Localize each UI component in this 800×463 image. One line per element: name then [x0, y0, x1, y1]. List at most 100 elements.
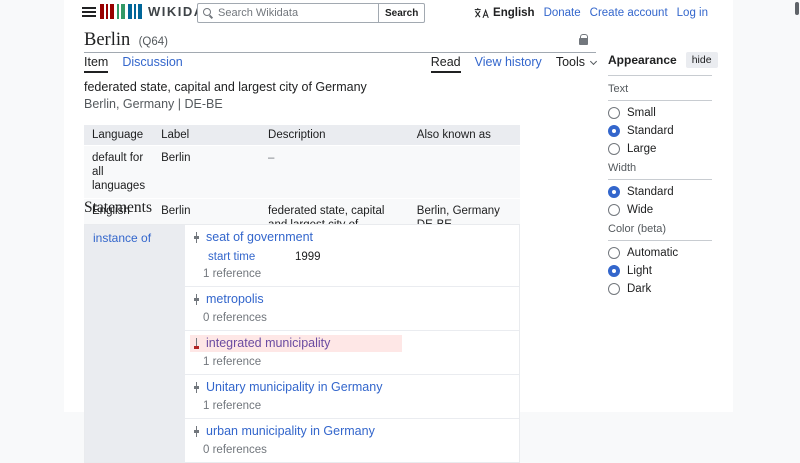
- statement-group: instance of seat of government start tim…: [84, 224, 520, 463]
- language-selector[interactable]: English: [474, 7, 535, 19]
- claim-value-link[interactable]: metropolis: [206, 292, 264, 307]
- radio-option-standard-width[interactable]: Standard: [608, 186, 712, 198]
- claim-value-row: seat of government: [190, 229, 511, 246]
- claim: metropolis 0 references: [185, 287, 519, 331]
- entity-description: federated state, capital and largest cit…: [84, 80, 367, 94]
- tab-read[interactable]: Read: [430, 55, 461, 73]
- radio-option-large[interactable]: Large: [608, 143, 712, 155]
- claim-value-row: Unitary municipality in Germany: [190, 379, 511, 396]
- radio-option-standard-text[interactable]: Standard: [608, 125, 712, 137]
- search-bar: Search: [197, 3, 426, 23]
- radio-option-small[interactable]: Small: [608, 107, 712, 119]
- rank-deprecated-icon[interactable]: [194, 338, 199, 349]
- appearance-header: Appearance hide: [608, 52, 718, 76]
- rank-selector-icon[interactable]: [194, 294, 199, 305]
- page-container: WIKIDATA Search English Donate Create ac…: [64, 0, 733, 463]
- language-icon: [474, 8, 489, 19]
- qualifier-value: 1999: [295, 251, 321, 263]
- log-in-link[interactable]: Log in: [677, 7, 708, 19]
- cell-description: –: [260, 145, 409, 199]
- language-label: English: [493, 7, 535, 19]
- claim: urban municipality in Germany 0 referenc…: [185, 419, 519, 462]
- section-label: Width: [608, 155, 712, 180]
- hamburger-menu-icon[interactable]: [82, 7, 96, 18]
- radio-option-automatic[interactable]: Automatic: [608, 247, 712, 259]
- claim: integrated municipality 1 reference: [185, 331, 519, 375]
- rank-selector-icon[interactable]: [194, 232, 199, 243]
- donate-link[interactable]: Donate: [544, 7, 581, 19]
- appearance-title: Appearance: [608, 53, 677, 67]
- references-toggle[interactable]: 1 reference: [203, 266, 511, 283]
- search-button[interactable]: Search: [379, 3, 426, 23]
- appearance-section-width: Width Standard Wide: [608, 155, 712, 216]
- tab-item[interactable]: Item: [84, 55, 109, 73]
- statements-section: Statements instance of seat of governmen…: [84, 199, 596, 463]
- rank-selector-icon[interactable]: [194, 426, 199, 437]
- radio-option-dark[interactable]: Dark: [608, 283, 712, 295]
- claim-value-row: urban municipality in Germany: [190, 423, 511, 440]
- tab-view-history[interactable]: View history: [475, 55, 542, 71]
- radio-option-light[interactable]: Light: [608, 265, 712, 277]
- tab-tools[interactable]: Tools: [556, 55, 598, 71]
- appearance-panel: Appearance hide Text Small Standard Larg…: [608, 52, 718, 295]
- vertical-scrollbar[interactable]: [794, 0, 800, 412]
- cell-label: Berlin: [153, 145, 261, 199]
- chevron-down-icon: [589, 57, 598, 65]
- column-header-language: Language: [84, 125, 154, 146]
- references-toggle[interactable]: 1 reference: [203, 398, 511, 415]
- cell-aliases: [408, 145, 520, 199]
- scrollbar-thumb[interactable]: [795, 2, 799, 15]
- radio-checked-icon[interactable]: [608, 265, 620, 277]
- title-row: Berlin (Q64): [84, 30, 596, 53]
- section-label: Text: [608, 76, 712, 101]
- tab-discussion[interactable]: Discussion: [122, 55, 182, 71]
- claim: seat of government start time 1999 1 ref…: [185, 225, 519, 287]
- radio-icon[interactable]: [608, 107, 620, 119]
- radio-icon[interactable]: [608, 143, 620, 155]
- radio-icon[interactable]: [608, 247, 620, 259]
- search-icon: [203, 8, 211, 16]
- claim-value-link[interactable]: integrated municipality: [206, 336, 330, 351]
- radio-option-wide[interactable]: Wide: [608, 204, 712, 216]
- claim-value-link[interactable]: urban municipality in Germany: [206, 424, 375, 439]
- entity-summary: federated state, capital and largest cit…: [84, 79, 596, 112]
- claim: Unitary municipality in Germany 1 refere…: [185, 375, 519, 419]
- claim-value-link[interactable]: seat of government: [206, 230, 313, 245]
- claim-value-link[interactable]: Unitary municipality in Germany: [206, 380, 382, 395]
- tab-bar: Item Discussion Read View history Tools: [84, 55, 598, 73]
- lock-icon: [579, 33, 589, 45]
- hide-button[interactable]: hide: [685, 52, 718, 68]
- section-label: Color (beta): [608, 216, 712, 241]
- property-link[interactable]: instance of: [93, 231, 151, 245]
- statements-heading: Statements: [84, 199, 153, 216]
- page-title: Berlin: [84, 30, 131, 50]
- rank-selector-icon[interactable]: [194, 382, 199, 393]
- column-header-description: Description: [260, 125, 409, 146]
- entity-id: (Q64): [138, 36, 168, 48]
- radio-icon[interactable]: [608, 283, 620, 295]
- statement-property-column: instance of: [85, 225, 185, 462]
- wikidata-logo-bars-icon: [100, 4, 142, 19]
- terms-table-header-row: Language Label Description Also known as: [84, 125, 520, 146]
- table-row: default for all languages Berlin –: [84, 145, 520, 199]
- claim-value-row-deprecated: integrated municipality: [190, 335, 402, 352]
- qualifier-row: start time 1999: [208, 250, 511, 264]
- cell-language: default for all languages: [84, 145, 154, 199]
- references-toggle[interactable]: 0 references: [203, 442, 511, 459]
- column-header-label: Label: [153, 125, 261, 146]
- radio-icon[interactable]: [608, 204, 620, 216]
- statement-claims-column: seat of government start time 1999 1 ref…: [185, 225, 519, 462]
- appearance-section-color: Color (beta) Automatic Light Dark: [608, 216, 712, 295]
- appearance-section-text: Text Small Standard Large: [608, 76, 712, 155]
- entity-aliases: Berlin, Germany | DE-BE: [84, 96, 223, 111]
- header-user-links: English Donate Create account Log in: [474, 7, 708, 19]
- search-input[interactable]: [197, 3, 379, 23]
- top-header: WIKIDATA Search English Donate Create ac…: [64, 0, 733, 26]
- references-toggle[interactable]: 0 references: [203, 310, 511, 327]
- qualifier-property-link[interactable]: start time: [208, 250, 295, 264]
- create-account-link[interactable]: Create account: [590, 7, 668, 19]
- radio-checked-icon[interactable]: [608, 125, 620, 137]
- claim-value-row: metropolis: [190, 291, 511, 308]
- radio-checked-icon[interactable]: [608, 186, 620, 198]
- references-toggle[interactable]: 1 reference: [203, 354, 511, 371]
